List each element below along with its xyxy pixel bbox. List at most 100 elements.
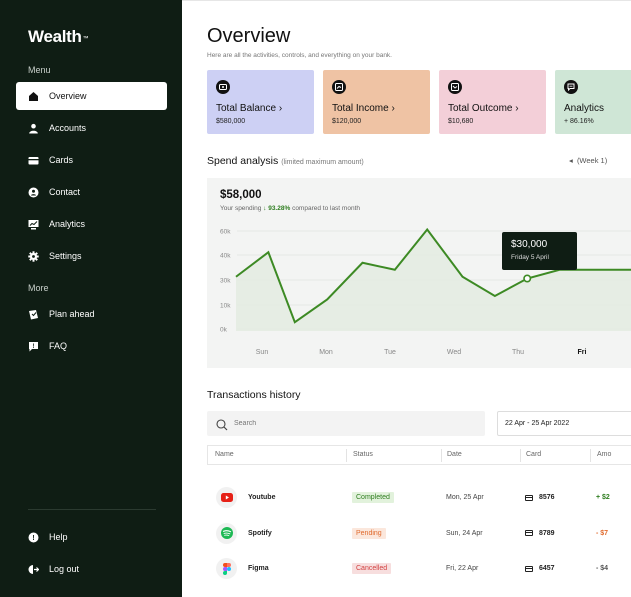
card-icon bbox=[525, 494, 533, 501]
svg-text:!: ! bbox=[32, 535, 34, 542]
contact-icon bbox=[28, 187, 39, 198]
table-row[interactable]: Spotify Pending Sun, 24 Apr 8789 - $7 bbox=[207, 516, 631, 552]
main-content: Overview Here are all the activities, co… bbox=[182, 0, 631, 597]
search-icon bbox=[216, 418, 228, 430]
page-subtitle: Here are all the activities, controls, a… bbox=[207, 52, 392, 59]
y-tick-label: 60k bbox=[220, 229, 231, 236]
youtube-logo-icon bbox=[216, 487, 237, 508]
y-tick-label: 10k bbox=[220, 303, 231, 310]
card-total-outcome[interactable]: Total Outcome › $10,680 bbox=[439, 70, 546, 134]
column-header-date[interactable]: Date bbox=[447, 451, 462, 458]
chevron-right-icon: › bbox=[391, 103, 395, 114]
sidebar-item-accounts[interactable]: Accounts bbox=[16, 114, 167, 142]
card-icon bbox=[525, 530, 533, 536]
gear-icon bbox=[28, 250, 39, 262]
week-label: (Week 1) bbox=[576, 156, 608, 165]
balance-icon bbox=[216, 80, 230, 94]
card-analytics[interactable]: Analytics + 86.16% bbox=[555, 70, 631, 134]
column-header-name[interactable]: Name bbox=[215, 451, 234, 458]
sidebar-divider bbox=[28, 509, 156, 510]
date-range-picker[interactable]: 22 Apr - 25 Apr 2022 bbox=[497, 411, 631, 436]
y-tick-label: 40k bbox=[220, 253, 231, 260]
spend-line-chart: 60k 40k 30k 10k 0k Sun Mon Tue Wed Thu Fri bbox=[220, 227, 631, 356]
card-title: Total Outcome bbox=[448, 103, 513, 114]
transactions-title: Transactions history bbox=[207, 389, 301, 401]
transaction-date: Fri, 22 Apr bbox=[446, 565, 479, 572]
transaction-name: Youtube bbox=[248, 494, 276, 501]
sidebar-item-contact[interactable]: Contact bbox=[16, 178, 167, 206]
card-total-income[interactable]: Total Income › $120,000 bbox=[323, 70, 430, 134]
status-badge: Cancelled bbox=[352, 563, 392, 574]
highlight-point bbox=[523, 274, 532, 283]
transactions-table: Name Status Date Card Amo Youtube Comple… bbox=[207, 445, 631, 587]
transaction-amount: + $2 bbox=[596, 494, 610, 501]
transaction-amount: - $4 bbox=[596, 565, 609, 572]
card-title: Analytics bbox=[564, 103, 605, 114]
y-tick-label: 0k bbox=[220, 327, 228, 334]
help-icon: ! bbox=[28, 532, 39, 543]
page-title: Overview bbox=[207, 25, 291, 47]
sidebar-item-plan-ahead[interactable]: Plan ahead bbox=[16, 300, 167, 328]
transaction-date: Mon, 25 Apr bbox=[446, 494, 484, 501]
column-header-amount[interactable]: Amo bbox=[597, 451, 611, 458]
transaction-card: 6457 bbox=[525, 565, 555, 572]
spend-chart-panel: $58,000 Your spending ↓ 93.28% compared … bbox=[207, 178, 631, 368]
column-header-card[interactable]: Card bbox=[526, 451, 541, 458]
sidebar-item-settings[interactable]: Settings bbox=[16, 242, 167, 270]
sidebar: Wealth™ Menu Overview Accounts Cards Con… bbox=[0, 0, 182, 597]
sidebar-item-help[interactable]: ! Help bbox=[16, 523, 167, 551]
sidebar-item-cards[interactable]: Cards bbox=[16, 146, 167, 174]
menu-section-label: Menu bbox=[28, 65, 51, 75]
transaction-name: Figma bbox=[248, 565, 269, 572]
figma-logo-icon bbox=[216, 558, 237, 579]
card-title: Total Balance bbox=[216, 103, 277, 114]
sidebar-item-overview[interactable]: Overview bbox=[16, 82, 167, 110]
status-badge: Completed bbox=[352, 492, 394, 503]
transaction-card: 8789 bbox=[525, 530, 555, 537]
transaction-name: Spotify bbox=[248, 529, 272, 537]
sidebar-item-faq[interactable]: ! FAQ bbox=[16, 332, 167, 360]
table-row[interactable]: Figma Cancelled Fri, 22 Apr 6457 - $4 bbox=[207, 551, 631, 587]
sidebar-item-label: Log out bbox=[49, 564, 80, 574]
x-tick-label: Wed bbox=[447, 349, 461, 356]
chevron-right-icon: › bbox=[515, 103, 519, 114]
tooltip-value: $30,000 bbox=[511, 239, 548, 250]
column-header-status[interactable]: Status bbox=[353, 451, 373, 458]
card-icon bbox=[525, 565, 533, 572]
search-input[interactable] bbox=[234, 420, 434, 427]
transaction-amount: - $7 bbox=[596, 529, 609, 537]
card-value: $120,000 bbox=[332, 118, 362, 125]
tooltip-date: Friday 5 April bbox=[511, 254, 549, 261]
sidebar-item-analytics[interactable]: Analytics bbox=[16, 210, 167, 238]
status-badge: Pending bbox=[352, 527, 386, 539]
card-icon bbox=[28, 155, 39, 166]
sidebar-item-label: Plan ahead bbox=[49, 309, 95, 319]
chevron-right-icon: › bbox=[278, 103, 283, 114]
column-divider bbox=[590, 449, 591, 462]
sidebar-item-label: Accounts bbox=[49, 123, 87, 133]
sidebar-item-label: Analytics bbox=[49, 219, 86, 229]
table-header: Name Status Date Card Amo bbox=[207, 445, 631, 465]
transaction-card: 8576 bbox=[525, 494, 555, 501]
more-section-label: More bbox=[28, 283, 49, 293]
sidebar-item-label: FAQ bbox=[49, 341, 68, 351]
brand-logo[interactable]: Wealth™ bbox=[28, 27, 89, 47]
sidebar-item-label: Settings bbox=[49, 251, 82, 261]
svg-text:!: ! bbox=[33, 344, 35, 350]
card-value: $10,680 bbox=[448, 118, 474, 125]
spend-limit-note: (limited maximum amount) bbox=[281, 159, 364, 166]
sidebar-item-label: Help bbox=[49, 532, 68, 542]
search-box[interactable] bbox=[207, 411, 485, 436]
week-selector[interactable]: ◂ (Week 1) bbox=[569, 156, 607, 165]
card-total-balance[interactable]: Total Balance › $580,000 bbox=[207, 70, 314, 134]
chart-tooltip: $30,000 Friday 5 April bbox=[502, 232, 577, 270]
column-divider bbox=[441, 449, 442, 462]
outcome-icon bbox=[448, 80, 462, 94]
card-value: + 86.16% bbox=[564, 118, 594, 125]
x-tick-label: Fri bbox=[578, 349, 587, 356]
y-tick-label: 30k bbox=[220, 278, 231, 285]
table-row[interactable]: Youtube Completed Mon, 25 Apr 8576 + $2 bbox=[207, 480, 631, 516]
transaction-date: Sun, 24 Apr bbox=[446, 529, 483, 537]
sidebar-item-log-out[interactable]: Log out bbox=[16, 555, 167, 583]
x-tick-label: Mon bbox=[319, 349, 333, 356]
